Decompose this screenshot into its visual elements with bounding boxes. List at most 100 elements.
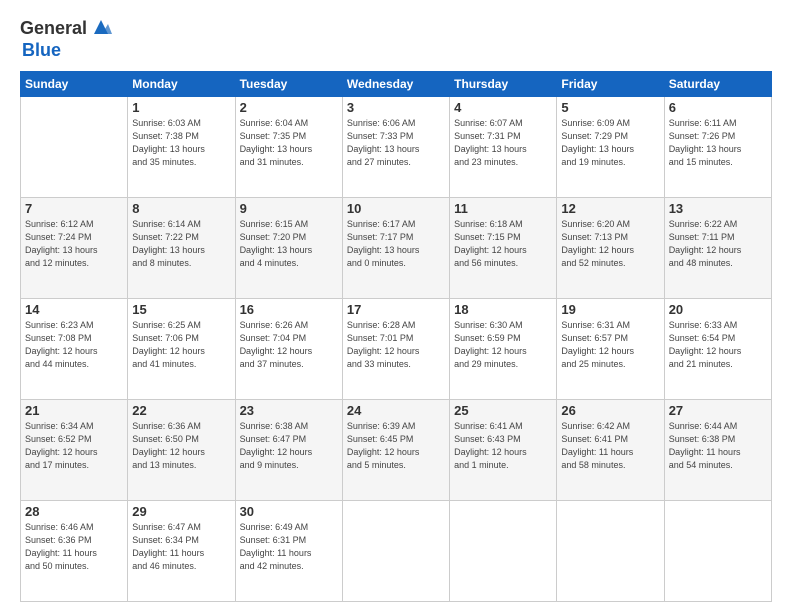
day-info: Sunrise: 6:14 AM Sunset: 7:22 PM Dayligh… — [132, 218, 230, 270]
calendar-cell: 13Sunrise: 6:22 AM Sunset: 7:11 PM Dayli… — [664, 198, 771, 299]
day-info: Sunrise: 6:11 AM Sunset: 7:26 PM Dayligh… — [669, 117, 767, 169]
day-number: 25 — [454, 403, 552, 418]
day-number: 19 — [561, 302, 659, 317]
day-info: Sunrise: 6:26 AM Sunset: 7:04 PM Dayligh… — [240, 319, 338, 371]
calendar-cell: 28 Sunrise: 6:46 AM Sunset: 6:36 PM Dayli… — [21, 501, 128, 602]
calendar-cell: 15 Sunrise: 6:25 AM Sunset: 7:06 PM Dayli… — [128, 299, 235, 400]
calendar-cell: 2 Sunrise: 6:04 AM Sunset: 7:35 PM Daylig… — [235, 97, 342, 198]
weekday-header-wednesday: Wednesday — [342, 72, 449, 97]
day-info: Sunrise: 6:20 AM Sunset: 7:13 PM Dayligh… — [561, 218, 659, 270]
week-row-2: 7 Sunrise: 6:12 AM Sunset: 7:24 PM Daylig… — [21, 198, 772, 299]
calendar-cell — [664, 501, 771, 602]
day-info: Sunrise: 6:30 AM Sunset: 6:59 PM Dayligh… — [454, 319, 552, 371]
weekday-header-row: SundayMondayTuesdayWednesdayThursdayFrid… — [21, 72, 772, 97]
day-info: Sunrise: 6:25 AM Sunset: 7:06 PM Dayligh… — [132, 319, 230, 371]
day-number: 6 — [669, 100, 767, 115]
calendar-cell — [557, 501, 664, 602]
day-info: Sunrise: 6:46 AM Sunset: 6:36 PM Dayligh… — [25, 521, 123, 573]
calendar-cell: 26Sunrise: 6:42 AM Sunset: 6:41 PM Dayli… — [557, 400, 664, 501]
weekday-header-tuesday: Tuesday — [235, 72, 342, 97]
day-number: 28 — [25, 504, 123, 519]
day-info: Sunrise: 6:36 AM Sunset: 6:50 PM Dayligh… — [132, 420, 230, 472]
day-number: 3 — [347, 100, 445, 115]
calendar-cell: 19Sunrise: 6:31 AM Sunset: 6:57 PM Dayli… — [557, 299, 664, 400]
logo-icon — [90, 16, 112, 38]
day-number: 7 — [25, 201, 123, 216]
weekday-header-friday: Friday — [557, 72, 664, 97]
calendar-cell: 4Sunrise: 6:07 AM Sunset: 7:31 PM Daylig… — [450, 97, 557, 198]
calendar-cell: 7 Sunrise: 6:12 AM Sunset: 7:24 PM Daylig… — [21, 198, 128, 299]
day-number: 29 — [132, 504, 230, 519]
weekday-header-thursday: Thursday — [450, 72, 557, 97]
day-info: Sunrise: 6:33 AM Sunset: 6:54 PM Dayligh… — [669, 319, 767, 371]
calendar-cell: 12 Sunrise: 6:20 AM Sunset: 7:13 PM Dayli… — [557, 198, 664, 299]
day-info: Sunrise: 6:04 AM Sunset: 7:35 PM Dayligh… — [240, 117, 338, 169]
calendar-cell: 5 Sunrise: 6:09 AM Sunset: 7:29 PM Daylig… — [557, 97, 664, 198]
week-row-5: 28 Sunrise: 6:46 AM Sunset: 6:36 PM Dayli… — [21, 501, 772, 602]
day-number: 10 — [347, 201, 445, 216]
day-info: Sunrise: 6:06 AM Sunset: 7:33 PM Dayligh… — [347, 117, 445, 169]
logo-general-text: General — [20, 18, 87, 39]
calendar-cell: 18 Sunrise: 6:30 AM Sunset: 6:59 PM Dayli… — [450, 299, 557, 400]
day-info: Sunrise: 6:49 AM Sunset: 6:31 PM Dayligh… — [240, 521, 338, 573]
day-number: 17 — [347, 302, 445, 317]
day-number: 5 — [561, 100, 659, 115]
day-info: Sunrise: 6:41 AM Sunset: 6:43 PM Dayligh… — [454, 420, 552, 472]
calendar-cell: 6 Sunrise: 6:11 AM Sunset: 7:26 PM Daylig… — [664, 97, 771, 198]
calendar-table: SundayMondayTuesdayWednesdayThursdayFrid… — [20, 71, 772, 602]
day-info: Sunrise: 6:39 AM Sunset: 6:45 PM Dayligh… — [347, 420, 445, 472]
day-info: Sunrise: 6:34 AM Sunset: 6:52 PM Dayligh… — [25, 420, 123, 472]
day-number: 4 — [454, 100, 552, 115]
day-number: 18 — [454, 302, 552, 317]
calendar-cell: 9Sunrise: 6:15 AM Sunset: 7:20 PM Daylig… — [235, 198, 342, 299]
weekday-header-saturday: Saturday — [664, 72, 771, 97]
calendar-cell: 21Sunrise: 6:34 AM Sunset: 6:52 PM Dayli… — [21, 400, 128, 501]
calendar-cell — [450, 501, 557, 602]
day-number: 1 — [132, 100, 230, 115]
weekday-header-sunday: Sunday — [21, 72, 128, 97]
day-info: Sunrise: 6:12 AM Sunset: 7:24 PM Dayligh… — [25, 218, 123, 270]
calendar-cell: 1 Sunrise: 6:03 AM Sunset: 7:38 PM Daylig… — [128, 97, 235, 198]
calendar-cell: 29Sunrise: 6:47 AM Sunset: 6:34 PM Dayli… — [128, 501, 235, 602]
day-info: Sunrise: 6:38 AM Sunset: 6:47 PM Dayligh… — [240, 420, 338, 472]
day-info: Sunrise: 6:03 AM Sunset: 7:38 PM Dayligh… — [132, 117, 230, 169]
day-number: 23 — [240, 403, 338, 418]
day-info: Sunrise: 6:15 AM Sunset: 7:20 PM Dayligh… — [240, 218, 338, 270]
logo: General Blue — [20, 16, 112, 61]
weekday-header-monday: Monday — [128, 72, 235, 97]
calendar-cell: 16 Sunrise: 6:26 AM Sunset: 7:04 PM Dayli… — [235, 299, 342, 400]
day-number: 11 — [454, 201, 552, 216]
day-number: 2 — [240, 100, 338, 115]
calendar-cell: 27Sunrise: 6:44 AM Sunset: 6:38 PM Dayli… — [664, 400, 771, 501]
day-info: Sunrise: 6:44 AM Sunset: 6:38 PM Dayligh… — [669, 420, 767, 472]
page: General Blue SundayMondayTuesdayWednesda… — [0, 0, 792, 612]
day-info: Sunrise: 6:18 AM Sunset: 7:15 PM Dayligh… — [454, 218, 552, 270]
header: General Blue — [20, 16, 772, 61]
calendar-cell: 17 Sunrise: 6:28 AM Sunset: 7:01 PM Dayli… — [342, 299, 449, 400]
day-info: Sunrise: 6:22 AM Sunset: 7:11 PM Dayligh… — [669, 218, 767, 270]
day-number: 16 — [240, 302, 338, 317]
calendar-cell: 10Sunrise: 6:17 AM Sunset: 7:17 PM Dayli… — [342, 198, 449, 299]
calendar-cell: 24 Sunrise: 6:39 AM Sunset: 6:45 PM Dayli… — [342, 400, 449, 501]
day-number: 12 — [561, 201, 659, 216]
calendar-cell: 23 Sunrise: 6:38 AM Sunset: 6:47 PM Dayli… — [235, 400, 342, 501]
day-number: 15 — [132, 302, 230, 317]
day-info: Sunrise: 6:09 AM Sunset: 7:29 PM Dayligh… — [561, 117, 659, 169]
calendar-cell: 14 Sunrise: 6:23 AM Sunset: 7:08 PM Dayli… — [21, 299, 128, 400]
day-info: Sunrise: 6:23 AM Sunset: 7:08 PM Dayligh… — [25, 319, 123, 371]
day-number: 30 — [240, 504, 338, 519]
day-number: 24 — [347, 403, 445, 418]
day-number: 20 — [669, 302, 767, 317]
day-number: 22 — [132, 403, 230, 418]
logo-blue-text: Blue — [22, 40, 61, 60]
calendar-cell: 30 Sunrise: 6:49 AM Sunset: 6:31 PM Dayli… — [235, 501, 342, 602]
week-row-3: 14 Sunrise: 6:23 AM Sunset: 7:08 PM Dayli… — [21, 299, 772, 400]
day-number: 8 — [132, 201, 230, 216]
day-number: 14 — [25, 302, 123, 317]
calendar-cell: 8 Sunrise: 6:14 AM Sunset: 7:22 PM Daylig… — [128, 198, 235, 299]
week-row-1: 1 Sunrise: 6:03 AM Sunset: 7:38 PM Daylig… — [21, 97, 772, 198]
day-info: Sunrise: 6:28 AM Sunset: 7:01 PM Dayligh… — [347, 319, 445, 371]
calendar-cell — [21, 97, 128, 198]
calendar-cell: 20 Sunrise: 6:33 AM Sunset: 6:54 PM Dayli… — [664, 299, 771, 400]
week-row-4: 21Sunrise: 6:34 AM Sunset: 6:52 PM Dayli… — [21, 400, 772, 501]
